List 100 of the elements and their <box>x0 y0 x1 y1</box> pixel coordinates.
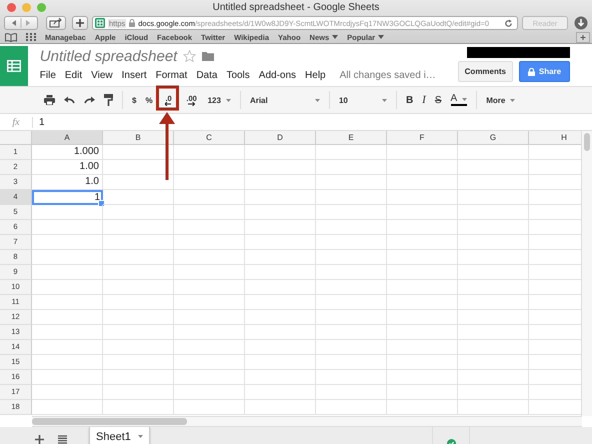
menu-item[interactable]: View <box>91 70 113 80</box>
table-cell[interactable] <box>458 145 529 160</box>
table-cell[interactable]: 1 <box>32 190 103 205</box>
table-cell[interactable] <box>316 175 387 190</box>
currency-button[interactable]: $ <box>132 96 136 104</box>
number-format-dropdown[interactable]: 123 <box>208 96 231 104</box>
menu-item[interactable]: Insert <box>122 70 147 80</box>
table-cell[interactable] <box>316 280 387 295</box>
table-cell[interactable] <box>316 205 387 220</box>
table-cell[interactable] <box>387 235 458 250</box>
table-cell[interactable] <box>103 280 174 295</box>
table-cell[interactable] <box>174 310 245 325</box>
table-cell[interactable] <box>103 370 174 385</box>
caret-icon[interactable] <box>510 98 516 102</box>
table-cell[interactable] <box>32 280 103 295</box>
download-icon[interactable] <box>574 16 588 30</box>
table-cell[interactable] <box>316 295 387 310</box>
table-cell[interactable] <box>245 370 316 385</box>
table-cell[interactable] <box>32 340 103 355</box>
table-cell[interactable] <box>316 340 387 355</box>
menu-item[interactable]: Data <box>196 70 218 80</box>
comments-button[interactable]: Comments <box>458 61 513 82</box>
table-cell[interactable] <box>32 235 103 250</box>
redo-icon[interactable] <box>84 96 95 104</box>
table-cell[interactable] <box>316 190 387 205</box>
table-cell[interactable] <box>458 205 529 220</box>
table-cell[interactable] <box>316 220 387 235</box>
table-cell[interactable] <box>174 355 245 370</box>
table-cell[interactable] <box>174 265 245 280</box>
table-cell[interactable] <box>458 400 529 415</box>
table-cell[interactable] <box>245 340 316 355</box>
table-cell[interactable] <box>387 265 458 280</box>
caret-icon[interactable] <box>314 98 320 102</box>
table-cell[interactable] <box>458 355 529 370</box>
print-icon[interactable] <box>44 95 55 105</box>
sheets-logo[interactable] <box>0 46 28 86</box>
table-cell[interactable] <box>458 220 529 235</box>
vertical-scrollbar[interactable] <box>581 131 592 416</box>
menu-item[interactable]: Format <box>156 70 188 80</box>
table-cell[interactable] <box>32 325 103 340</box>
table-cell[interactable] <box>458 160 529 175</box>
table-cell[interactable] <box>245 385 316 400</box>
table-cell[interactable]: 1.0 <box>32 175 103 190</box>
table-cell[interactable] <box>458 385 529 400</box>
table-cell[interactable] <box>103 310 174 325</box>
table-cell[interactable] <box>245 295 316 310</box>
table-cell[interactable] <box>458 175 529 190</box>
table-cell[interactable] <box>245 325 316 340</box>
table-cell[interactable] <box>458 265 529 280</box>
minimize-window-icon[interactable] <box>22 3 31 12</box>
add-icon[interactable] <box>576 32 590 42</box>
table-cell[interactable] <box>103 340 174 355</box>
table-cell[interactable] <box>245 355 316 370</box>
table-cell[interactable] <box>458 370 529 385</box>
table-cell[interactable] <box>103 190 174 205</box>
caret-icon[interactable] <box>332 35 338 39</box>
table-cell[interactable] <box>458 310 529 325</box>
caret-icon[interactable] <box>138 435 143 438</box>
table-cell[interactable] <box>316 160 387 175</box>
table-cell[interactable] <box>387 280 458 295</box>
table-cell[interactable] <box>458 325 529 340</box>
table-cell[interactable] <box>458 190 529 205</box>
menu-item[interactable]: File <box>40 70 56 80</box>
font-size-dropdown[interactable]: 10 <box>338 96 387 104</box>
strikethrough-button[interactable]: S <box>434 94 442 106</box>
table-cell[interactable] <box>387 340 458 355</box>
table-cell[interactable] <box>32 370 103 385</box>
table-cell[interactable] <box>174 340 245 355</box>
table-cell[interactable] <box>32 205 103 220</box>
italic-button[interactable]: I <box>422 94 426 106</box>
table-cell[interactable] <box>245 250 316 265</box>
table-cell[interactable] <box>103 220 174 235</box>
table-cell[interactable] <box>316 400 387 415</box>
table-cell[interactable] <box>32 265 103 280</box>
table-cell[interactable] <box>387 250 458 265</box>
menu-item[interactable]: Tools <box>226 70 250 80</box>
table-cell[interactable] <box>32 355 103 370</box>
star-icon[interactable] <box>183 50 196 62</box>
table-cell[interactable] <box>316 265 387 280</box>
table-cell[interactable] <box>387 295 458 310</box>
table-cell[interactable] <box>458 295 529 310</box>
formula-field[interactable]: 1 <box>33 116 592 128</box>
document-title[interactable]: Untitled spreadsheet <box>40 48 178 64</box>
table-cell[interactable] <box>103 295 174 310</box>
caret-icon[interactable] <box>462 98 468 100</box>
table-cell[interactable] <box>458 280 529 295</box>
table-cell[interactable] <box>174 175 245 190</box>
table-cell[interactable] <box>316 250 387 265</box>
add-sheet-icon[interactable] <box>35 435 44 444</box>
table-cell[interactable] <box>458 340 529 355</box>
column-header[interactable]: F <box>387 131 458 145</box>
table-cell[interactable] <box>245 205 316 220</box>
column-header[interactable]: B <box>103 131 174 145</box>
table-cell[interactable] <box>103 325 174 340</box>
table-cell[interactable] <box>387 370 458 385</box>
grid-icon[interactable] <box>26 33 36 41</box>
table-cell[interactable] <box>103 145 174 160</box>
table-cell[interactable] <box>103 265 174 280</box>
table-cell[interactable]: 1.000 <box>32 145 103 160</box>
table-cell[interactable] <box>387 190 458 205</box>
